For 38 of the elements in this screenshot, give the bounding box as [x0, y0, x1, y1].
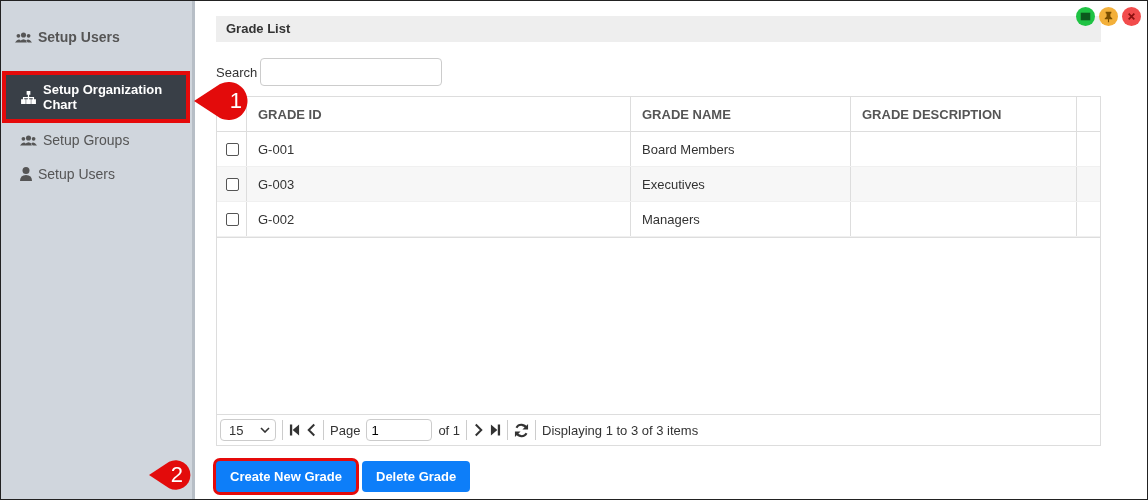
pin-icon[interactable]: [1099, 7, 1118, 26]
panel-title: Grade List: [216, 16, 1101, 42]
sidebar-item[interactable]: Setup Organization Chart: [2, 71, 190, 123]
action-button[interactable]: Delete Grade: [362, 461, 471, 492]
users-icon: [20, 133, 37, 147]
next-page-icon[interactable]: [473, 423, 485, 437]
page-size-select[interactable]: 15: [220, 419, 276, 441]
column-header[interactable]: GRADE DESCRIPTION: [851, 97, 1077, 131]
search-field[interactable]: [260, 58, 443, 86]
action-button[interactable]: Create New Grade: [216, 461, 356, 492]
table-cell: Executives: [642, 176, 705, 192]
caret-icon: [260, 427, 270, 433]
close-icon[interactable]: [1122, 7, 1141, 26]
last-page-icon[interactable]: [490, 423, 502, 437]
users-icon: [15, 30, 32, 44]
page-count: of 1: [438, 422, 461, 438]
paging-status: Displaying 1 to 3 of 3 items: [542, 422, 699, 438]
table-cell: G-003: [258, 176, 295, 192]
table-cell: G-001: [258, 141, 295, 157]
table-cell: Board Members: [642, 141, 735, 157]
user-icon: [20, 167, 32, 181]
sidebar-item[interactable]: Setup Groups: [1, 123, 192, 157]
table-cell: G-002: [258, 211, 295, 227]
sidebar-heading: Setup Users: [1, 27, 192, 47]
table-cell: Managers: [642, 211, 700, 227]
row-checkbox[interactable]: [226, 177, 239, 191]
maximize-icon[interactable]: [1076, 7, 1095, 26]
sitemap-icon: [20, 90, 37, 104]
row-checkbox[interactable]: [226, 212, 239, 226]
previous-page-icon[interactable]: [306, 423, 317, 437]
row-checkbox[interactable]: [226, 142, 239, 156]
first-page-icon[interactable]: [289, 423, 300, 437]
sidebar-item[interactable]: Setup Users: [1, 157, 192, 191]
search-label: Search: [216, 64, 258, 80]
page-label: Page: [330, 422, 361, 438]
page-field[interactable]: 1: [366, 419, 433, 441]
refresh-icon[interactable]: [514, 422, 530, 438]
column-header[interactable]: GRADE NAME: [631, 97, 851, 131]
